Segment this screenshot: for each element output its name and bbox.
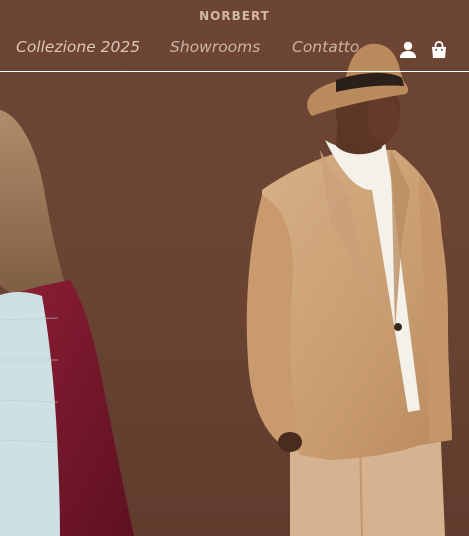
page: NORBERT Collezione 2025 Showrooms Contat… [0, 0, 469, 536]
left-model [0, 110, 134, 536]
hero-illustration [0, 43, 452, 536]
hero-image [0, 0, 469, 536]
nav-link-showrooms[interactable]: Showrooms [170, 38, 260, 56]
brand-logo[interactable]: NORBERT [0, 9, 469, 23]
user-icon[interactable] [398, 40, 418, 60]
nav-link-collezione[interactable]: Collezione 2025 [16, 38, 140, 56]
shopping-bag-icon[interactable] [429, 40, 449, 60]
right-model [246, 43, 452, 536]
site-header: NORBERT Collezione 2025 Showrooms Contat… [0, 0, 469, 72]
nav-link-contatto[interactable]: Contatto [292, 38, 359, 56]
header-divider [0, 71, 469, 72]
